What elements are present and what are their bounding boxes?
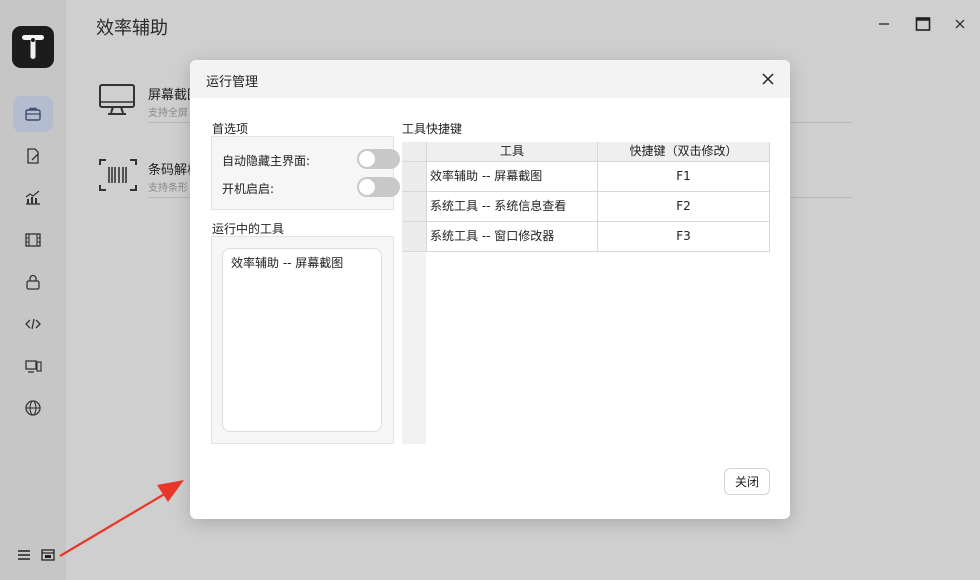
nav-device-icon[interactable] [13, 348, 53, 384]
row-header[interactable] [402, 192, 426, 222]
toggle-knob [359, 151, 375, 167]
app-title: 效率辅助 [96, 18, 168, 39]
table-cell-shortcut[interactable]: F3 [598, 222, 770, 252]
toggle-row-autohide: 自动隐藏主界面: [222, 149, 400, 169]
shortcut-table: 工具 快捷键（双击修改） 效率辅助 -- 屏幕截图 F1 系统工具 -- 系统信… [402, 142, 770, 444]
sidebar [0, 0, 66, 580]
nav-chart-icon[interactable] [13, 180, 53, 216]
toggle-label: 开机启启: [222, 182, 275, 196]
toggle-row-autostart: 开机启启: [222, 177, 400, 197]
column-header-shortcut[interactable]: 快捷键（双击修改） [598, 142, 770, 162]
toggle-label: 自动隐藏主界面: [222, 154, 311, 168]
run-management-dialog: 运行管理 首选项 自动隐藏主界面: 开机启启: 运行中的工具 效率辅助 -- 屏… [190, 60, 790, 519]
preferences-group [211, 136, 394, 210]
table-cell-shortcut[interactable]: F2 [598, 192, 770, 222]
nav-toolbox-icon[interactable] [13, 96, 53, 132]
close-button[interactable]: 关闭 [724, 468, 770, 495]
nav-edit-icon[interactable] [13, 138, 53, 174]
dialog-title: 运行管理 [206, 75, 259, 90]
window-mode-icon[interactable] [40, 548, 56, 562]
running-tools-label: 运行中的工具 [212, 222, 285, 236]
barcode-icon [99, 159, 137, 191]
list-item[interactable]: 效率辅助 -- 屏幕截图 [231, 254, 343, 271]
running-tools-list[interactable]: 效率辅助 -- 屏幕截图 [222, 248, 382, 432]
nav-globe-icon[interactable] [13, 390, 53, 426]
minimize-icon[interactable] [874, 14, 894, 34]
dialog-header: 运行管理 [190, 60, 790, 98]
row-header[interactable] [402, 162, 426, 192]
menu-icon[interactable] [16, 548, 32, 562]
app-logo [12, 26, 54, 68]
nav-lock-icon[interactable] [13, 264, 53, 300]
table-cell-tool[interactable]: 系统工具 -- 系统信息查看 [426, 192, 598, 222]
nav-code-icon[interactable] [13, 306, 53, 342]
feature-desc: 支持全屏 [148, 108, 188, 119]
column-header-tool[interactable]: 工具 [426, 142, 598, 162]
close-icon[interactable] [758, 69, 778, 89]
table-cell-tool[interactable]: 系统工具 -- 窗口修改器 [426, 222, 598, 252]
feature-desc: 支持条形 [148, 183, 188, 194]
table-corner [402, 142, 426, 162]
autohide-toggle[interactable] [357, 149, 400, 169]
nav-film-icon[interactable] [13, 222, 53, 258]
autostart-toggle[interactable] [357, 177, 400, 197]
monitor-icon [99, 84, 135, 115]
toggle-knob [359, 179, 375, 195]
table-cell-tool[interactable]: 效率辅助 -- 屏幕截图 [426, 162, 598, 192]
preferences-label: 首选项 [212, 122, 249, 136]
shortcuts-label: 工具快捷键 [402, 122, 463, 136]
table-cell-shortcut[interactable]: F1 [598, 162, 770, 192]
window-close-icon[interactable] [950, 14, 970, 34]
row-header[interactable] [402, 222, 426, 252]
maximize-icon[interactable] [913, 14, 933, 34]
